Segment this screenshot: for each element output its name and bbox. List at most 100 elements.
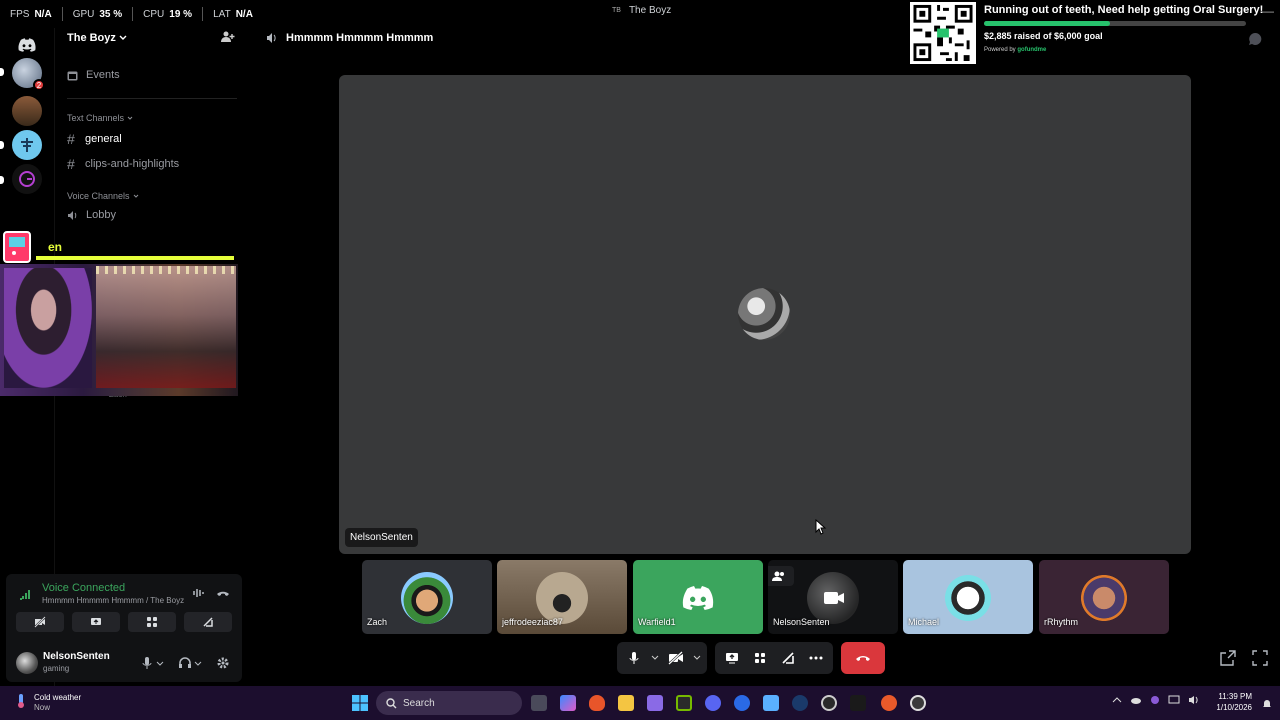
gear-icon[interactable] <box>216 656 230 670</box>
participant-tile-michael[interactable]: Michael <box>903 560 1033 634</box>
video-off-icon <box>668 651 683 665</box>
chevron-down-icon[interactable] <box>693 654 701 662</box>
windows-taskbar: Cold weather Now Search 11:39 PM 1/10/202… <box>0 686 1280 720</box>
activities-icon <box>755 653 765 663</box>
channel-general[interactable]: # general <box>67 131 122 147</box>
call-controls <box>617 642 885 674</box>
events-item[interactable]: Events <box>67 69 120 81</box>
activities-button[interactable] <box>128 612 176 632</box>
copilot-icon[interactable] <box>560 695 576 711</box>
camera-icon <box>824 592 844 604</box>
participant-name-label: jeffrodeeziac87 <box>502 617 563 627</box>
server-icon-3[interactable] <box>12 130 42 160</box>
divider <box>67 98 237 99</box>
headphones-icon[interactable] <box>178 656 192 670</box>
windows-start-icon[interactable] <box>352 695 368 711</box>
nvidia-icon[interactable] <box>676 695 692 711</box>
notepad-icon[interactable] <box>763 695 779 711</box>
soundboard-button[interactable] <box>777 647 799 669</box>
server-icon-1[interactable]: 2 <box>12 58 45 91</box>
category-label: Text Channels <box>67 113 125 123</box>
disconnect-icon[interactable] <box>216 587 230 599</box>
fps-stat: FPS N/A <box>0 7 62 21</box>
signal-icon <box>20 590 30 600</box>
channel-clips-and-highlights[interactable]: # clips-and-highlights <box>67 156 179 172</box>
voice-channels-category[interactable]: Voice Channels <box>67 191 139 201</box>
discord-icon[interactable] <box>705 695 721 711</box>
calendar-icon <box>67 71 78 80</box>
voice-channel-lobby[interactable]: Lobby <box>67 209 116 221</box>
more-options-button[interactable] <box>805 647 827 669</box>
focused-participant-tile[interactable]: NelsonSenten <box>339 75 1191 554</box>
server-name-dropdown[interactable]: The Boyz <box>67 32 127 44</box>
epic-games-icon[interactable] <box>850 695 866 711</box>
voice-status[interactable]: Voice Connected <box>42 582 125 594</box>
discord-home-icon[interactable] <box>12 30 42 60</box>
invite-user-icon[interactable] <box>221 30 237 46</box>
task-view-icon[interactable] <box>531 695 547 711</box>
fullscreen-icon[interactable] <box>1252 650 1268 666</box>
participant-name-label: rRhythm <box>1044 617 1079 627</box>
voice-connected-panel: Voice Connected Hmmmm Hmmmm Hmmmm / The … <box>6 574 242 682</box>
participant-tile-nelsonsenten[interactable]: NelsonSenten <box>768 560 898 634</box>
streamer-image <box>4 268 92 388</box>
chevron-down-icon[interactable] <box>156 656 164 670</box>
microphone-icon[interactable] <box>140 656 154 670</box>
rail-indicator <box>0 176 4 184</box>
participant-tile-warfield1[interactable]: Warfield1 <box>633 560 763 634</box>
steam-icon[interactable] <box>792 695 808 711</box>
pop-out-icon[interactable] <box>1220 650 1236 666</box>
obs-icon[interactable] <box>821 695 837 711</box>
participant-tile-rrhythm[interactable]: rRhythm <box>1039 560 1169 634</box>
thermometer-icon <box>18 694 24 708</box>
chevron-down-icon[interactable] <box>651 654 659 662</box>
noise-suppression-icon[interactable] <box>192 587 206 599</box>
server-icon-2[interactable] <box>12 96 42 126</box>
edge-icon[interactable] <box>734 695 750 711</box>
video-off-button[interactable] <box>16 612 64 632</box>
activities-button[interactable] <box>749 647 771 669</box>
notification-bell-icon[interactable] <box>1262 698 1272 710</box>
text-channels-category[interactable]: Text Channels <box>67 113 133 123</box>
disconnect-button[interactable] <box>841 642 885 674</box>
voice-location[interactable]: Hmmmm Hmmmm Hmmmm / The Boyz <box>42 596 184 605</box>
app-icon[interactable] <box>910 695 926 711</box>
file-explorer-icon[interactable] <box>618 695 634 711</box>
avatar[interactable] <box>16 652 38 674</box>
weather-sub: Now <box>34 703 51 712</box>
camera-toggle-button[interactable] <box>665 647 687 669</box>
participant-tile-zach[interactable]: Zach <box>362 560 492 634</box>
app-icon[interactable] <box>647 695 663 711</box>
participant-tile-jeffrodeeziac87[interactable]: jeffrodeeziac87 <box>497 560 627 634</box>
chevron-down-icon[interactable] <box>194 656 202 670</box>
participant-name-label: Warfield1 <box>638 617 676 627</box>
qr-code <box>910 2 976 64</box>
app-tray-icon[interactable] <box>1150 695 1160 705</box>
onedrive-icon[interactable] <box>1130 695 1142 705</box>
weather-widget[interactable]: Cold weather Now <box>14 693 81 713</box>
chevron-up-icon[interactable] <box>1112 695 1122 705</box>
volume-icon[interactable] <box>1188 695 1200 705</box>
network-icon[interactable] <box>1168 695 1180 705</box>
webcam-overlay-text: en <box>48 240 63 254</box>
mouse-cursor-icon <box>815 519 827 535</box>
mute-button[interactable] <box>623 647 645 669</box>
chevron-down-icon <box>119 35 127 40</box>
screen-share-button[interactable] <box>721 647 743 669</box>
screen-share-button[interactable] <box>72 612 120 632</box>
user-name[interactable]: NelsonSenten <box>43 651 110 662</box>
brave-browser-icon[interactable] <box>589 695 605 711</box>
fundraiser-title: Running out of teeth, Need help getting … <box>984 4 1264 16</box>
clock[interactable]: 11:39 PM 1/10/2026 <box>1208 691 1252 713</box>
arcade-logo-icon <box>0 230 40 266</box>
activities-icon <box>147 617 157 627</box>
window-title-text: The Boyz <box>628 5 672 16</box>
channel-title: Hmmmm Hmmmm Hmmmm <box>286 32 434 44</box>
tile-options-button[interactable] <box>768 566 794 586</box>
taskbar-search[interactable]: Search <box>376 691 522 715</box>
participant-name-label: NelsonSenten <box>773 617 830 627</box>
category-label: Voice Channels <box>67 191 130 201</box>
server-icon-4[interactable] <box>12 164 42 194</box>
app-icon[interactable] <box>881 695 897 711</box>
soundboard-button[interactable] <box>184 612 232 632</box>
